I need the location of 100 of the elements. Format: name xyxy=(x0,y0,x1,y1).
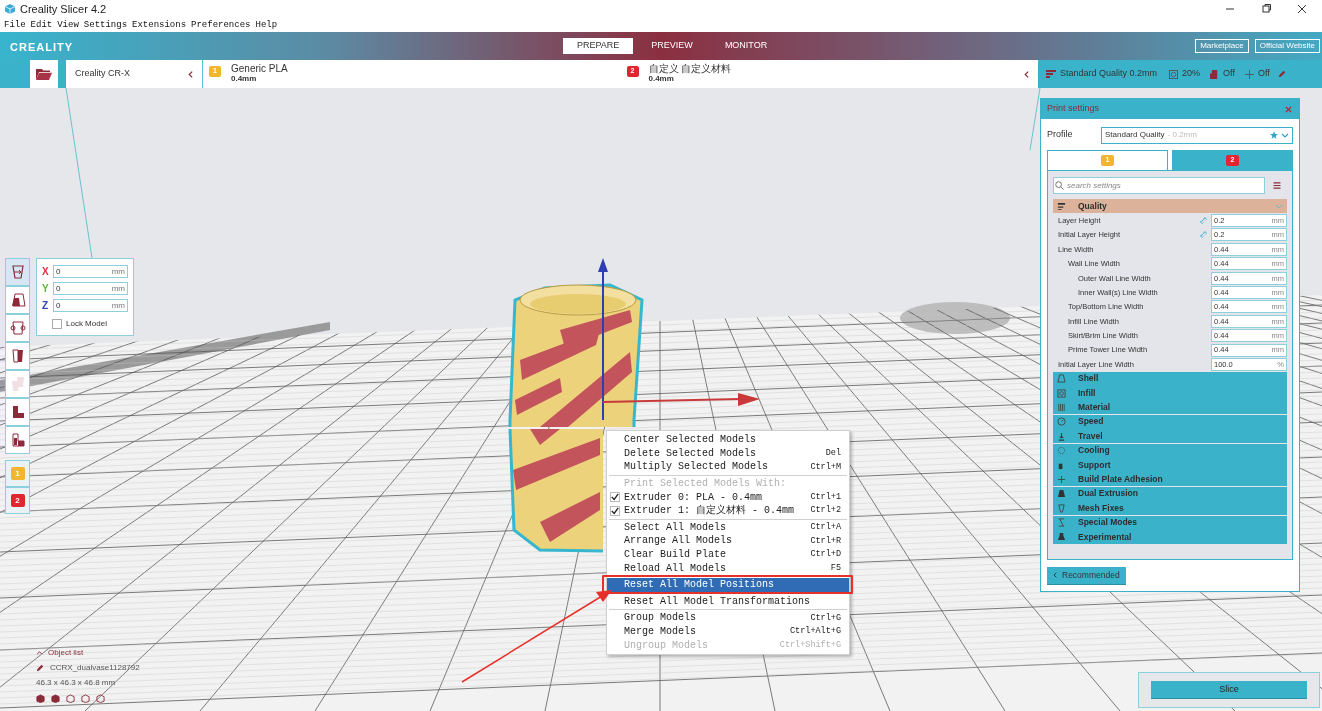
category-icon[interactable] xyxy=(1057,518,1066,528)
coordinate-field[interactable]: 0 mm xyxy=(53,299,128,312)
pencil-icon xyxy=(1277,70,1286,78)
context-menu-item[interactable]: Select All Models Ctrl+A xyxy=(607,520,849,535)
panel-title: Print settings xyxy=(1047,102,1100,116)
menu-item[interactable]: Edit xyxy=(30,19,53,31)
category-header[interactable]: Speed xyxy=(1053,414,1287,429)
context-menu-item[interactable]: Delete Selected Models Del xyxy=(607,446,849,461)
chevron-left-icon[interactable] xyxy=(1053,572,1057,578)
mode-tab[interactable]: MONITOR xyxy=(710,38,782,54)
object-list-toggle[interactable]: Object list xyxy=(36,647,140,659)
category-header[interactable]: Quality xyxy=(1053,199,1287,213)
category-icon[interactable] xyxy=(1057,431,1066,441)
axis-label: Y xyxy=(42,282,50,295)
logo: CREALITY xyxy=(10,40,73,55)
menu-icon[interactable] xyxy=(1273,182,1281,189)
open-file-button[interactable] xyxy=(30,60,58,88)
category-header[interactable]: Dual Extrusion xyxy=(1053,486,1287,501)
infill-icon xyxy=(1169,69,1179,79)
star-icon[interactable] xyxy=(1270,131,1278,139)
chevron-left-icon[interactable] xyxy=(188,70,193,78)
tool-button[interactable] xyxy=(5,342,30,370)
scale-tool-icon[interactable] xyxy=(9,292,26,308)
context-menu-item[interactable]: Center Selected Models xyxy=(607,433,849,447)
object-dimensions: 46.3 x 46.3 x 46.8 mm xyxy=(36,677,117,689)
menu-item[interactable]: Preferences xyxy=(191,19,251,31)
menu-item[interactable]: Settings xyxy=(83,19,128,31)
tool-button[interactable] xyxy=(5,314,30,342)
rotate-tool-icon[interactable] xyxy=(9,320,26,336)
print-setup-summary[interactable]: Standard Quality 0.2mm 20% Off Off xyxy=(1038,60,1300,88)
extruder-button[interactable]: 2 xyxy=(5,487,30,514)
profile-dropdown[interactable]: Standard Quality - 0.2mm xyxy=(1101,126,1293,144)
printer-selector[interactable]: Creality CR-X xyxy=(66,60,203,88)
support-blocker-icon[interactable] xyxy=(9,432,26,448)
category-header[interactable]: Mesh Fixes xyxy=(1053,501,1287,516)
category-header[interactable]: Cooling xyxy=(1053,443,1287,458)
category-header[interactable]: Infill xyxy=(1053,386,1287,401)
axis-label: Z xyxy=(42,299,50,312)
field-label: Profile xyxy=(1047,128,1074,142)
category-header[interactable]: Travel xyxy=(1053,429,1287,444)
category-icon[interactable] xyxy=(1057,402,1066,412)
menu-item[interactable]: Help xyxy=(255,19,278,31)
chevron-up-icon[interactable] xyxy=(36,651,43,655)
context-menu-item[interactable]: Reload All Models F5 xyxy=(607,561,849,575)
context-menu-item[interactable]: Arrange All Models Ctrl+R xyxy=(607,534,849,548)
slice-button[interactable]: Slice xyxy=(1151,681,1307,699)
object-name: CCRX_dualvase1128792 xyxy=(50,662,140,674)
menu-item[interactable]: View xyxy=(57,19,79,31)
folder-icon[interactable] xyxy=(36,68,52,80)
tool-button[interactable] xyxy=(5,258,30,286)
context-menu-item[interactable]: Extruder 1: 自定义材料 - 0.4mm Ctrl+2 xyxy=(607,503,849,518)
category-header[interactable]: Build Plate Adhesion xyxy=(1053,472,1287,487)
tool-button[interactable] xyxy=(5,286,30,314)
maximize-icon[interactable] xyxy=(1261,4,1271,14)
app-icon xyxy=(4,3,16,15)
coordinate-field[interactable]: 0 mm xyxy=(53,282,128,295)
chevron-left-icon[interactable] xyxy=(1024,71,1029,78)
category-icon[interactable] xyxy=(1057,474,1066,484)
tool-button[interactable] xyxy=(5,398,30,426)
close-icon[interactable] xyxy=(1297,4,1307,14)
category-icon[interactable] xyxy=(1057,374,1066,384)
recommended-button[interactable]: Recommended xyxy=(1047,566,1126,585)
category-header[interactable]: Special Modes xyxy=(1053,515,1287,530)
category-icon[interactable] xyxy=(1057,201,1066,211)
nozzle-size: 0.4mm xyxy=(231,74,258,84)
search-field[interactable]: search settings xyxy=(1053,177,1265,194)
vase-lower-part-drawing[interactable] xyxy=(508,428,604,553)
search-icon xyxy=(1055,181,1064,190)
coordinate-field[interactable]: 0 mm xyxy=(53,265,128,278)
pencil-icon[interactable] xyxy=(36,664,44,672)
chevron-down-icon[interactable] xyxy=(1281,132,1289,138)
context-menu-item[interactable]: Clear Build Plate Ctrl+D xyxy=(607,547,849,562)
lock-model-checkbox[interactable]: Lock Model xyxy=(52,318,128,330)
context-menu-item[interactable]: Extruder 0: PLA - 0.4mm Ctrl+1 xyxy=(607,490,849,504)
menu-item[interactable]: File xyxy=(4,19,26,31)
context-menu-item[interactable]: Reset All Model Positions xyxy=(607,577,849,592)
category-icon[interactable] xyxy=(1057,532,1066,542)
context-menu-item[interactable]: Reset All Model Transformations xyxy=(607,594,849,609)
window-title: Creality Slicer 4.2 xyxy=(20,1,107,17)
context-menu-item[interactable]: Group Models Ctrl+G xyxy=(607,611,849,625)
nozzle-size: 0.4mm xyxy=(648,74,675,84)
category-header[interactable]: Shell xyxy=(1053,371,1287,386)
category-icon[interactable] xyxy=(1057,417,1066,427)
tool-button[interactable] xyxy=(5,426,30,454)
adhesion-icon xyxy=(1244,69,1254,79)
vase-model-drawing[interactable] xyxy=(508,258,760,427)
material-name: 自定义 自定义材料 xyxy=(648,64,732,74)
support-icon xyxy=(1210,69,1220,79)
context-menu-item[interactable]: Multiply Selected Models Ctrl+M xyxy=(607,460,849,474)
move-tool-icon[interactable] xyxy=(9,264,26,280)
mode-tab[interactable]: PREVIEW xyxy=(637,38,707,54)
category-header[interactable]: Support xyxy=(1053,458,1287,473)
axis-label: X xyxy=(42,265,50,278)
category-header[interactable]: Material xyxy=(1053,400,1287,415)
bars-icon xyxy=(1046,69,1056,79)
context-menu-item[interactable]: Merge Models Ctrl+Alt+G xyxy=(607,624,849,639)
menu-item[interactable]: Extensions xyxy=(132,19,187,31)
mirror-tool-icon[interactable] xyxy=(9,348,26,364)
material-name: Generic PLA xyxy=(231,64,288,74)
mode-tab[interactable]: PREPARE xyxy=(563,38,634,54)
